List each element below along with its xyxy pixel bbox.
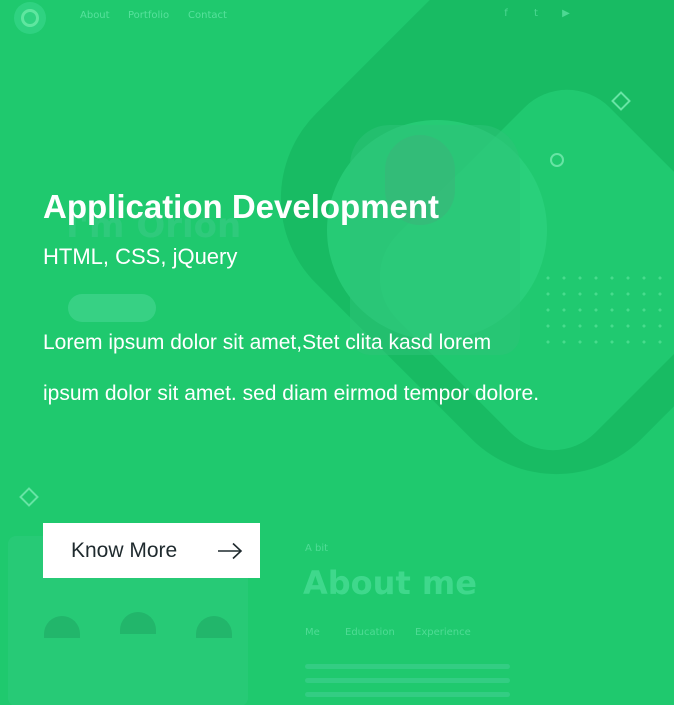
slide-subtitle: HTML, CSS, jQuery (43, 244, 238, 269)
know-more-label: Know More (71, 538, 178, 562)
text-line-placeholder (305, 678, 510, 683)
about-tab-me[interactable]: Me (305, 627, 320, 638)
know-more-button[interactable]: Know More (43, 523, 260, 578)
slide-title: Application Development (43, 188, 440, 225)
twitter-icon[interactable]: t (528, 8, 544, 24)
about-eyebrow: A bit (305, 543, 329, 554)
dot-pattern (540, 270, 670, 350)
diamond-decoration (19, 487, 39, 507)
slide-description: Lorem ipsum dolor sit amet,Stet clita ka… (43, 331, 540, 405)
about-title: About me (303, 564, 477, 602)
text-line-placeholder (305, 692, 510, 697)
facebook-icon[interactable]: f (498, 8, 514, 24)
nav-link-about[interactable]: About (80, 10, 110, 21)
ring-decoration (550, 153, 564, 167)
nav-link-portfolio[interactable]: Portfolio (128, 10, 169, 21)
about-tab-education[interactable]: Education (345, 627, 395, 638)
arrow-right-icon (218, 542, 243, 560)
text-line-placeholder (305, 664, 510, 669)
youtube-icon[interactable]: ▶ (558, 8, 574, 24)
site-logo[interactable] (14, 2, 46, 34)
about-tab-experience[interactable]: Experience (415, 627, 471, 638)
nav-link-contact[interactable]: Contact (188, 10, 227, 21)
